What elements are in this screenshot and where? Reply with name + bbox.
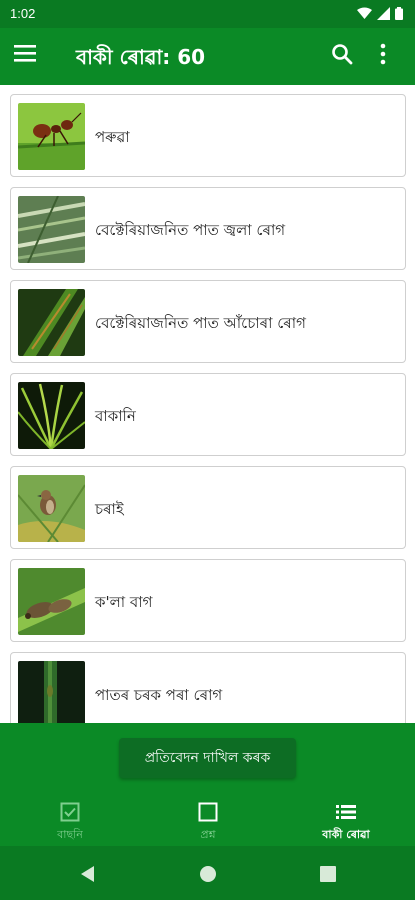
bacterial-leaf-blight-thumbnail [18,196,85,263]
black-bug-thumbnail [18,568,85,635]
list-item[interactable]: বেক্টেৰিয়াজনিত পাত আঁচোৰা ৰোগ [10,280,406,363]
nav-item-selection[interactable]: বাছনি [15,802,125,846]
recents-icon[interactable] [319,865,337,883]
list-item-label: পৰুৱা [95,128,130,146]
home-icon[interactable] [199,865,217,883]
list-item[interactable]: পৰুৱা [10,94,406,177]
list-icon [336,805,356,819]
status-icons [357,7,403,20]
status-bar: 1:02 [0,0,415,28]
ant-thumbnail [18,103,85,170]
leaf-disease-thumbnail [18,661,85,723]
checkbox-icon [60,802,80,822]
bacterial-leaf-streak-thumbnail [18,289,85,356]
wifi-icon [357,7,372,19]
submit-report-button[interactable]: প্ৰতিবেদন দাখিল কৰক [119,738,296,778]
list-item-label: বাকানি [95,407,136,425]
battery-icon [395,7,403,20]
signal-icon [377,7,390,20]
nav-label-questions: প্ৰশ্ন [200,828,216,841]
bakanae-thumbnail [18,382,85,449]
more-vert-icon [380,43,386,65]
status-time: 1:02 [10,6,36,21]
list-item-label: পাতৰ চৰক পৰা ৰোগ [95,686,223,704]
nav-label-selection: বাছনি [57,828,83,841]
search-icon [332,44,353,65]
list-item-label: চৰাই [95,500,124,518]
bird-thumbnail [18,475,85,542]
back-icon[interactable] [79,865,97,883]
nav-label-remaining: বাকী ৰোৱা [322,828,370,841]
bottom-panel: প্ৰতিবেদন দাখিল কৰক বাছনি প্ৰশ্ন বাকী ৰো… [0,723,415,846]
system-nav-bar [0,846,415,900]
pest-list[interactable]: পৰুৱা বেক্টেৰিয়াজনিত পাত জ্বলা ৰোগ বেক্… [0,85,415,723]
list-item[interactable]: ক'লা বাগ [10,559,406,642]
list-item[interactable]: বেক্টেৰিয়াজনিত পাত জ্বলা ৰোগ [10,187,406,270]
list-item-label: বেক্টেৰিয়াজনিত পাত আঁচোৰা ৰোগ [95,314,306,332]
hamburger-menu-icon [14,45,36,62]
square-icon [198,802,218,822]
list-item[interactable]: চৰাই [10,466,406,549]
app-bar: বাকী ৰোৱা: 60 [0,28,415,85]
list-item[interactable]: পাতৰ চৰক পৰা ৰোগ [10,652,406,723]
nav-item-remaining[interactable]: বাকী ৰোৱা [291,802,401,846]
nav-item-questions[interactable]: প্ৰশ্ন [153,802,263,846]
list-item[interactable]: বাকানি [10,373,406,456]
search-button[interactable] [331,43,357,69]
page-title: বাকী ৰোৱা: 60 [76,45,206,69]
menu-button[interactable] [14,44,44,70]
more-options-button[interactable] [379,43,401,69]
list-item-label: বেক্টেৰিয়াজনিত পাত জ্বলা ৰোগ [95,221,286,239]
list-item-label: ক'লা বাগ [95,593,153,611]
